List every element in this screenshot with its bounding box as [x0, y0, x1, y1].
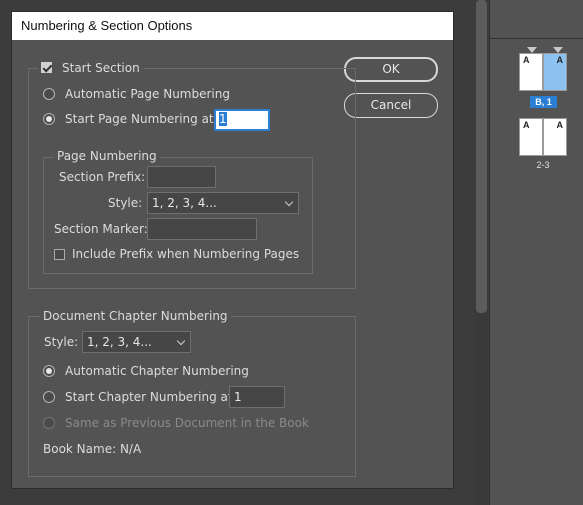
start-section-checkbox[interactable]	[41, 62, 52, 73]
section-prefix-label: Section Prefix:	[59, 170, 146, 184]
start-page-number-value: 1	[219, 112, 227, 126]
page-thumbnail-selected[interactable]: A	[543, 53, 567, 91]
section-prefix-input[interactable]	[147, 166, 216, 188]
start-chapter-numbering-label: Start Chapter Numbering at:	[65, 390, 237, 404]
master-label: A	[556, 55, 564, 65]
section-badge: B, 1	[530, 96, 557, 108]
start-section-label: Start Section	[62, 61, 140, 75]
automatic-page-numbering-radio[interactable]	[43, 88, 55, 100]
include-prefix-label: Include Prefix when Numbering Pages	[72, 247, 300, 261]
page-thumbnail[interactable]: A	[543, 118, 567, 156]
include-prefix-checkbox[interactable]	[54, 249, 65, 260]
start-section-legend: Start Section	[38, 60, 144, 76]
same-as-previous-radio[interactable]	[43, 417, 55, 429]
section-marker-label: Section Marker:	[54, 222, 148, 236]
page-thumbnail[interactable]: A	[519, 53, 543, 91]
start-page-numbering-label: Start Page Numbering at:	[65, 112, 218, 126]
section-marker-input[interactable]	[147, 218, 257, 240]
page-style-select[interactable]: 1, 2, 3, 4...	[147, 192, 299, 214]
page-style-value: 1, 2, 3, 4...	[152, 196, 217, 210]
spread-2[interactable]: A A	[519, 118, 567, 156]
page-style-label: Style:	[108, 196, 143, 210]
numbering-section-options-dialog: Numbering & Section Options OK Cancel St…	[11, 11, 454, 489]
cancel-button[interactable]: Cancel	[344, 93, 438, 118]
automatic-chapter-numbering-label: Automatic Chapter Numbering	[65, 364, 249, 378]
chapter-numbering-title: Document Chapter Numbering	[40, 309, 231, 323]
ok-button[interactable]: OK	[344, 57, 438, 82]
page-numbering-title: Page Numbering	[54, 149, 160, 163]
same-as-previous-label: Same as Previous Document in the Book	[65, 416, 309, 430]
start-chapter-numbering-radio[interactable]	[43, 391, 55, 403]
chevron-down-icon	[176, 336, 186, 346]
start-chapter-number-input[interactable]: 1	[229, 386, 285, 408]
spread-1[interactable]: A A	[519, 53, 567, 91]
panel-divider	[490, 38, 583, 39]
master-label: A	[523, 120, 530, 130]
automatic-page-numbering-label: Automatic Page Numbering	[65, 87, 230, 101]
scrollbar-thumb[interactable]	[476, 0, 487, 313]
spread-label: 2-3	[536, 160, 550, 170]
start-page-numbering-radio[interactable]	[43, 113, 55, 125]
dialog-title: Numbering & Section Options	[12, 12, 453, 40]
automatic-chapter-numbering-radio[interactable]	[43, 365, 55, 377]
chapter-style-value: 1, 2, 3, 4...	[87, 335, 152, 349]
start-page-number-input[interactable]: 1	[214, 109, 270, 131]
page-thumbnail[interactable]: A	[519, 118, 543, 156]
master-label: A	[523, 55, 530, 65]
book-name-label: Book Name: N/A	[43, 442, 142, 456]
chevron-down-icon	[284, 197, 294, 207]
master-label: A	[556, 120, 564, 130]
chapter-style-label: Style:	[44, 335, 79, 349]
chapter-style-select[interactable]: 1, 2, 3, 4...	[82, 331, 191, 353]
